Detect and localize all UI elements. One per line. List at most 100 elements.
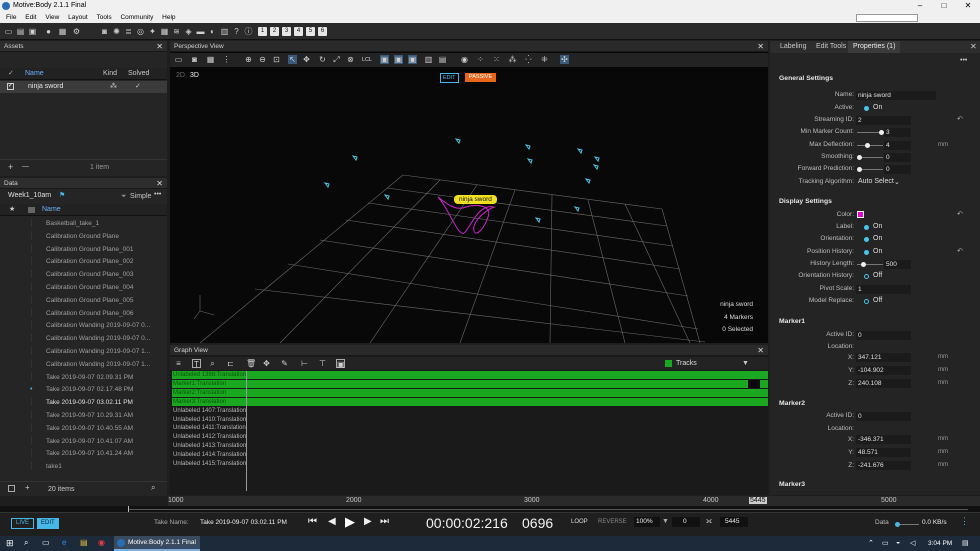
layout-3-button[interactable]: 3 — [282, 27, 291, 36]
smoothing-slider[interactable] — [857, 155, 883, 160]
tracking-icon[interactable]: ✣ — [560, 55, 569, 64]
network-tray-icon[interactable]: ◒ — [896, 539, 900, 546]
name-field[interactable]: ninja sword — [856, 91, 936, 100]
gap-icon[interactable]: ⊤ — [318, 359, 327, 368]
graph-track[interactable]: Marker3:Translation — [172, 397, 768, 406]
forward-prediction-field[interactable]: 0 — [884, 165, 911, 174]
graph-track[interactable]: Unlabeled 1415:Translation — [172, 460, 768, 468]
edge-browser-icon[interactable]: e — [62, 538, 66, 547]
move-icon[interactable]: ✥ — [302, 55, 311, 64]
tracks-dropdown-icon[interactable]: ▼ — [742, 360, 749, 367]
orientation-toggle[interactable] — [864, 237, 869, 242]
search-box[interactable] — [856, 14, 918, 22]
data-rate-slider[interactable] — [895, 522, 919, 527]
data-list-item[interactable]: │ Calibration Wanding 2019-09-07 1... — [0, 345, 167, 358]
range-icon[interactable]: ⊢ — [300, 359, 309, 368]
chrome-icon[interactable]: ◉ — [98, 538, 105, 547]
data-list-item[interactable]: │ Take 2019-09-07 10.41.24 AM — [0, 447, 167, 460]
data-list-item[interactable]: │ Calibration Ground Plane_002 — [0, 255, 167, 268]
data-list-item[interactable]: │ Basketball_take_1 — [0, 217, 167, 230]
color-swatch[interactable] — [857, 211, 864, 218]
zoom-fit-icon[interactable]: ⊡ — [272, 55, 281, 64]
speed-select[interactable]: 100% — [634, 517, 660, 527]
orientation-history-toggle[interactable] — [864, 274, 869, 279]
zoom-out-icon[interactable]: ⊖ — [258, 55, 267, 64]
3d-viewport[interactable] — [170, 67, 768, 343]
layers-icon[interactable]: ▤ — [438, 55, 447, 64]
data-list-item[interactable]: │ Take 2019-09-07 10.40.55 AM — [0, 422, 167, 435]
volume-icon[interactable]: ◁ — [910, 539, 915, 547]
graph-track[interactable]: Unlabeled 1412:Translation — [172, 433, 768, 441]
marker2-id-field[interactable]: 0 — [856, 412, 911, 421]
open-folder-icon[interactable]: ▤ — [16, 27, 25, 36]
scale-icon[interactable]: ⤢ — [332, 55, 341, 64]
menu-file[interactable]: File — [6, 14, 16, 21]
chevron-down-icon[interactable]: ⌄ — [894, 178, 900, 186]
graph-track[interactable]: Unlabeled 1414:Translation — [172, 451, 768, 459]
monitor-icon[interactable]: ▭ — [174, 55, 183, 64]
close-icon[interactable]: ✕ — [757, 345, 764, 356]
close-icon[interactable]: ✕ — [156, 41, 163, 52]
play-icon[interactable]: ▶ — [345, 514, 355, 530]
timeline-icon[interactable]: ▬ — [196, 27, 205, 36]
grid-icon[interactable]: ▦ — [160, 27, 169, 36]
tracking-algorithm-select[interactable]: Auto Select — [858, 178, 894, 185]
body-icon[interactable]: ✦ — [148, 27, 157, 36]
skip-end-icon[interactable]: ⏭ — [380, 516, 389, 527]
battery-icon[interactable]: ▭ — [882, 539, 889, 547]
graph-settings-icon[interactable]: ≡ — [174, 359, 183, 368]
taskbar-motive-app[interactable]: Motive:Body 2.1.1 Final — [114, 536, 200, 551]
help-icon[interactable]: ? — [232, 27, 241, 36]
data-list-item[interactable]: • Take 2019-09-07 02.17.48 PM — [0, 383, 167, 396]
close-icon[interactable]: ✕ — [970, 42, 977, 51]
rigidbody-vis-icon[interactable]: ⁂ — [508, 55, 517, 64]
column-solved[interactable]: Solved — [128, 70, 149, 77]
forward-prediction-slider[interactable] — [857, 167, 883, 172]
sync-icon[interactable]: ◎ — [136, 27, 145, 36]
eye-icon[interactable]: ◉ — [460, 55, 469, 64]
task-view-icon[interactable]: ▭ — [42, 538, 50, 547]
min-marker-slider[interactable] — [857, 130, 884, 135]
select-cursor-icon[interactable]: ↖ — [288, 55, 297, 64]
history-length-field[interactable]: 500 — [884, 260, 911, 269]
local-space-button[interactable]: LCL — [362, 57, 372, 63]
maximize-button[interactable]: □ — [932, 0, 956, 12]
flag-icon[interactable]: ⚑ — [59, 191, 65, 199]
active-toggle[interactable] — [864, 106, 869, 111]
database-icon[interactable]: ≣ — [124, 27, 133, 36]
new-icon[interactable]: ▭ — [4, 27, 13, 36]
reset-icon[interactable]: ↶ — [957, 247, 963, 255]
probe-icon[interactable]: ◐ — [208, 27, 217, 36]
panel-toggle-icon[interactable] — [8, 485, 15, 492]
asset-checkbox[interactable]: ✓ — [7, 83, 14, 90]
more-icon[interactable]: ••• — [154, 191, 161, 198]
menu-tools[interactable]: Tools — [96, 14, 111, 21]
playhead-line[interactable] — [246, 371, 247, 491]
smoothing-field[interactable]: 0 — [884, 153, 911, 162]
data-list-item[interactable]: │ Calibration Ground Plane_004 — [0, 281, 167, 294]
delete-icon[interactable]: 🗑 — [246, 359, 256, 368]
marker2-y-field[interactable]: 48.571 — [856, 448, 911, 457]
layout-5-button[interactable]: 5 — [306, 27, 315, 36]
graph-track[interactable]: Unlabeled 1398:Translation — [172, 371, 768, 379]
close-icon[interactable]: ✕ — [156, 178, 163, 189]
graph-icon[interactable]: ≋ — [172, 27, 181, 36]
frame-icon[interactable]: ▣ — [336, 359, 345, 369]
minimize-button[interactable]: – — [908, 0, 932, 12]
view-mode-3-icon[interactable]: ▣ — [408, 55, 417, 64]
add-icon[interactable]: + — [25, 483, 30, 492]
model-replace-toggle[interactable] — [864, 299, 869, 304]
data-list-item[interactable]: │ Calibration Ground Plane_003 — [0, 268, 167, 281]
windows-start-icon[interactable]: ⊞ — [6, 538, 14, 549]
zoom-icon[interactable]: ⌕ — [208, 359, 217, 368]
range-end-field[interactable]: 5445 — [720, 517, 748, 527]
fit-icon[interactable]: ⊏ — [226, 359, 235, 368]
tab-edit-tools[interactable]: Edit Tools — [816, 43, 846, 50]
clock-time[interactable]: 3:04 PM — [928, 540, 952, 547]
data-list-item[interactable]: │ Calibration Ground Plane — [0, 230, 167, 243]
menu-view[interactable]: View — [45, 14, 59, 21]
layout-icon[interactable]: ▦ — [58, 27, 67, 36]
markers-icon[interactable]: ⋮ — [222, 55, 231, 64]
live-mode-button[interactable]: LIVE — [11, 518, 35, 529]
reverse-button[interactable]: REVERSE — [598, 519, 627, 525]
